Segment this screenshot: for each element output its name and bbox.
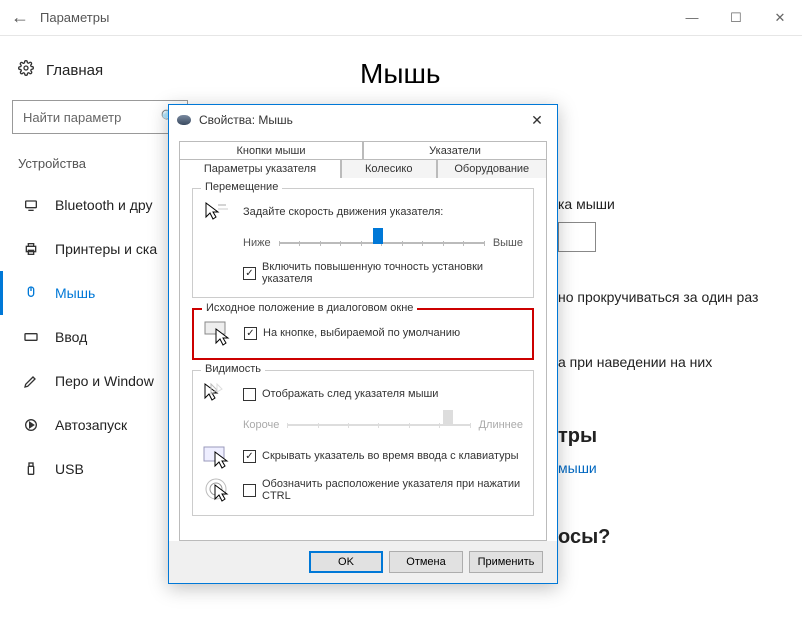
group-motion: Перемещение Задайте скорость движения ук…	[192, 188, 534, 298]
tab-wheel[interactable]: Колесико	[341, 159, 437, 178]
tab-pointer-options[interactable]: Параметры указателя	[179, 159, 341, 178]
peek-link[interactable]: мыши	[558, 460, 597, 476]
ok-button[interactable]: OK	[309, 551, 383, 573]
speed-fast-label: Выше	[493, 237, 523, 249]
hide-typing-checkbox[interactable]: ✓	[243, 450, 256, 463]
peek-text: но прокручиваться за один раз	[558, 289, 758, 305]
speed-instruction: Задайте скорость движения указателя:	[243, 206, 443, 218]
mouse-icon	[21, 285, 41, 301]
dialog-tabs: Кнопки мыши Указатели Параметры указател…	[169, 135, 557, 541]
group-snap-to: Исходное положение в диалоговом окне ✓ Н…	[192, 308, 534, 360]
search-input[interactable]: Найти параметр 🔍	[12, 100, 188, 134]
bluetooth-icon	[21, 197, 41, 213]
cursor-speed-icon	[203, 199, 233, 225]
peek-dropdown[interactable]	[558, 222, 596, 252]
dialog-button-row: OK Отмена Применить	[169, 541, 557, 583]
snap-to-label: На кнопке, выбираемой по умолчанию	[263, 327, 460, 339]
pointer-speed-slider[interactable]	[279, 233, 485, 253]
pointer-trail-checkbox[interactable]	[243, 388, 256, 401]
home-label: Главная	[46, 62, 103, 79]
tab-pointers[interactable]: Указатели	[363, 141, 547, 160]
snap-to-checkbox[interactable]: ✓	[244, 327, 257, 340]
group-motion-legend: Перемещение	[201, 181, 282, 193]
ctrl-locate-label: Обозначить расположение указателя при на…	[262, 478, 522, 502]
enhance-precision-label: Включить повышенную точность установки у…	[262, 261, 523, 285]
snap-to-icon	[204, 320, 234, 346]
ctrl-locate-checkbox[interactable]	[243, 484, 256, 497]
maximize-button[interactable]: ☐	[714, 0, 758, 36]
gear-icon	[18, 60, 34, 80]
window-titlebar: ← Параметры — ☐ ✕	[0, 0, 802, 36]
printer-icon	[21, 241, 41, 257]
mouse-properties-dialog: Свойства: Мышь ✕ Кнопки мыши Указатели П…	[168, 104, 558, 584]
ctrl-locate-icon	[203, 477, 233, 503]
pointer-trail-label: Отображать след указателя мыши	[262, 388, 438, 400]
enhance-precision-checkbox[interactable]: ✓	[243, 267, 256, 280]
peek-text: а при наведении на них	[558, 354, 712, 370]
dialog-titlebar[interactable]: Свойства: Мышь ✕	[169, 105, 557, 135]
group-visibility-legend: Видимость	[201, 363, 265, 375]
minimize-button[interactable]: —	[670, 0, 714, 36]
mouse-dialog-icon	[177, 115, 191, 125]
autoplay-icon	[21, 417, 41, 433]
dialog-title: Свойства: Мышь	[199, 113, 293, 127]
tab-buttons[interactable]: Кнопки мыши	[179, 141, 363, 160]
dialog-close-button[interactable]: ✕	[525, 112, 549, 129]
peek-heading: осы?	[558, 526, 610, 549]
hide-typing-label: Скрывать указатель во время ввода с клав…	[262, 450, 519, 462]
trail-long-label: Длиннее	[479, 419, 523, 431]
hide-typing-icon	[203, 443, 233, 469]
window-title: Параметры	[40, 10, 670, 25]
close-button[interactable]: ✕	[758, 0, 802, 36]
back-button[interactable]: ←	[0, 7, 40, 28]
peek-text: ка мыши	[558, 196, 615, 212]
group-snap-legend: Исходное положение в диалоговом окне	[202, 302, 417, 314]
trail-length-slider	[287, 415, 470, 435]
keyboard-icon	[21, 329, 41, 345]
apply-button[interactable]: Применить	[469, 551, 543, 573]
usb-icon	[21, 461, 41, 477]
tab-hardware[interactable]: Оборудование	[437, 159, 547, 178]
group-visibility: Видимость Отображать след указателя мыши…	[192, 370, 534, 516]
search-placeholder: Найти параметр	[23, 110, 121, 125]
trail-short-label: Короче	[243, 419, 279, 431]
peek-heading: тры	[558, 425, 597, 448]
page-title: Мышь	[360, 58, 441, 90]
cancel-button[interactable]: Отмена	[389, 551, 463, 573]
home-link[interactable]: Главная	[0, 54, 200, 86]
pointer-trail-icon	[203, 381, 233, 407]
tab-content: Перемещение Задайте скорость движения ук…	[179, 177, 547, 541]
pen-icon	[21, 373, 41, 389]
speed-slow-label: Ниже	[243, 237, 271, 249]
